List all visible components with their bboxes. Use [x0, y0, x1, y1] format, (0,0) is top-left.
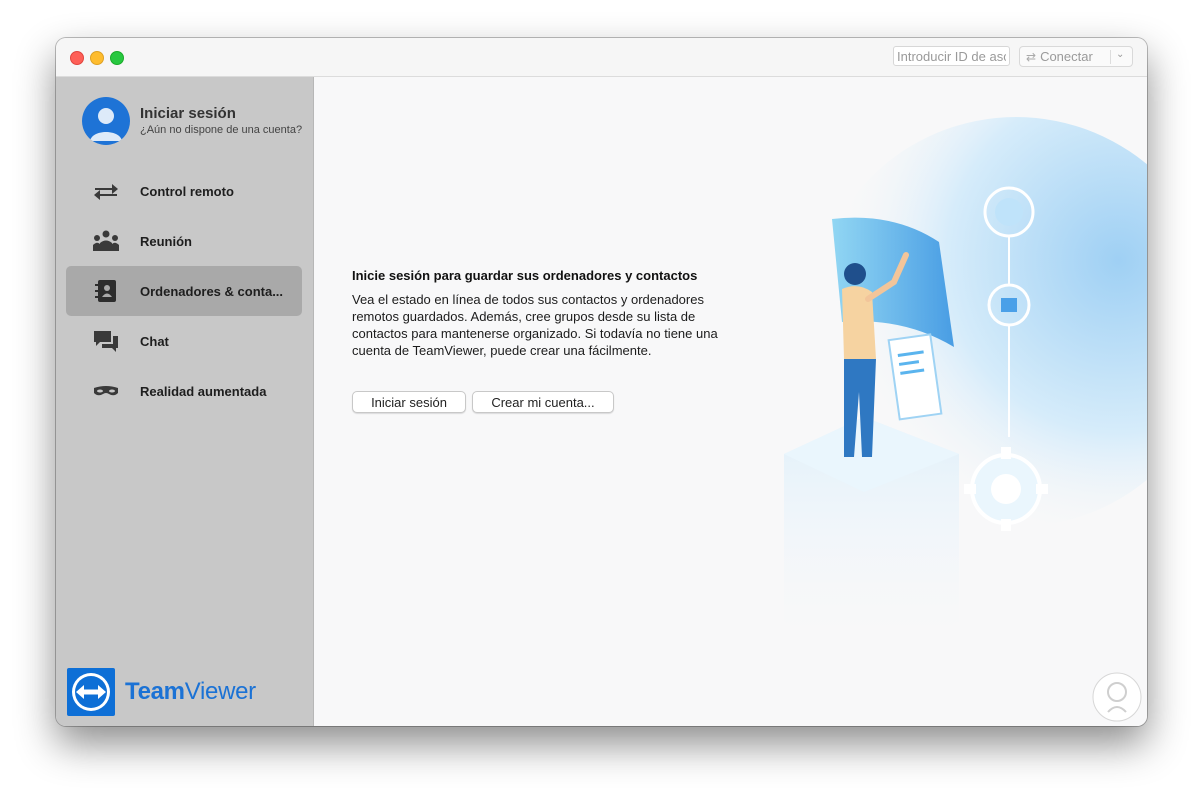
illustration-image	[784, 117, 1147, 662]
page-title: Inicie sesión para guardar sus ordenador…	[352, 268, 698, 283]
meeting-icon	[93, 230, 119, 251]
sidebar-item-chat[interactable]: Chat	[66, 316, 302, 366]
app-window: ⇄ Conectar ⌄ Iniciar sesión ¿Aún no disp…	[56, 38, 1147, 726]
create-account-button[interactable]: Crear mi cuenta...	[472, 391, 614, 413]
brand-name: TeamViewer	[125, 678, 256, 705]
sidebar-item-label: Reunión	[140, 233, 192, 249]
sidebar-item-ordenadores-contactos[interactable]: Ordenadores & conta...	[66, 266, 302, 316]
avatar[interactable]	[82, 97, 130, 145]
sidebar-item-label: Control remoto	[140, 183, 234, 199]
chevron-down-icon[interactable]: ⌄	[1116, 49, 1124, 60]
sidebar-item-reunion[interactable]: Reunión	[66, 216, 302, 266]
ar-glasses-icon	[94, 386, 118, 396]
minimize-window-button[interactable]	[90, 51, 104, 65]
connect-button[interactable]: ⇄ Conectar ⌄	[1019, 46, 1133, 67]
chat-icon	[94, 331, 118, 352]
arrows-icon	[94, 184, 118, 200]
sidebar-item-realidad-aumentada[interactable]: Realidad aumentada	[66, 366, 302, 416]
close-window-button[interactable]	[70, 51, 84, 65]
main-content: Inicie sesión para guardar sus ordenador…	[314, 77, 1147, 726]
contacts-book-icon	[95, 280, 116, 302]
login-subtitle[interactable]: ¿Aún no dispone de una cuenta?	[140, 124, 310, 136]
login-title[interactable]: Iniciar sesión	[140, 105, 236, 122]
watermark-logo-icon	[1092, 672, 1142, 722]
sidebar-item-label: Chat	[140, 333, 169, 349]
connect-label: Conectar	[1040, 49, 1093, 64]
sidebar-item-label: Realidad aumentada	[140, 383, 267, 399]
divider	[1110, 50, 1111, 64]
sidebar: Iniciar sesión ¿Aún no dispone de una cu…	[56, 77, 314, 726]
description-text: Vea el estado en línea de todos sus cont…	[352, 292, 718, 358]
partner-id-input[interactable]	[893, 46, 1010, 66]
maximize-window-button[interactable]	[110, 51, 124, 65]
login-button[interactable]: Iniciar sesión	[352, 391, 466, 413]
teamviewer-brand: TeamViewer	[67, 668, 256, 716]
user-silhouette-icon	[90, 108, 122, 141]
sidebar-item-label: Ordenadores & conta...	[140, 283, 284, 299]
teamviewer-logo-icon	[67, 668, 115, 716]
sidebar-item-control-remoto[interactable]: Control remoto	[66, 166, 302, 216]
title-bar: ⇄ Conectar ⌄	[56, 38, 1147, 77]
arrows-icon: ⇄	[1026, 49, 1037, 64]
